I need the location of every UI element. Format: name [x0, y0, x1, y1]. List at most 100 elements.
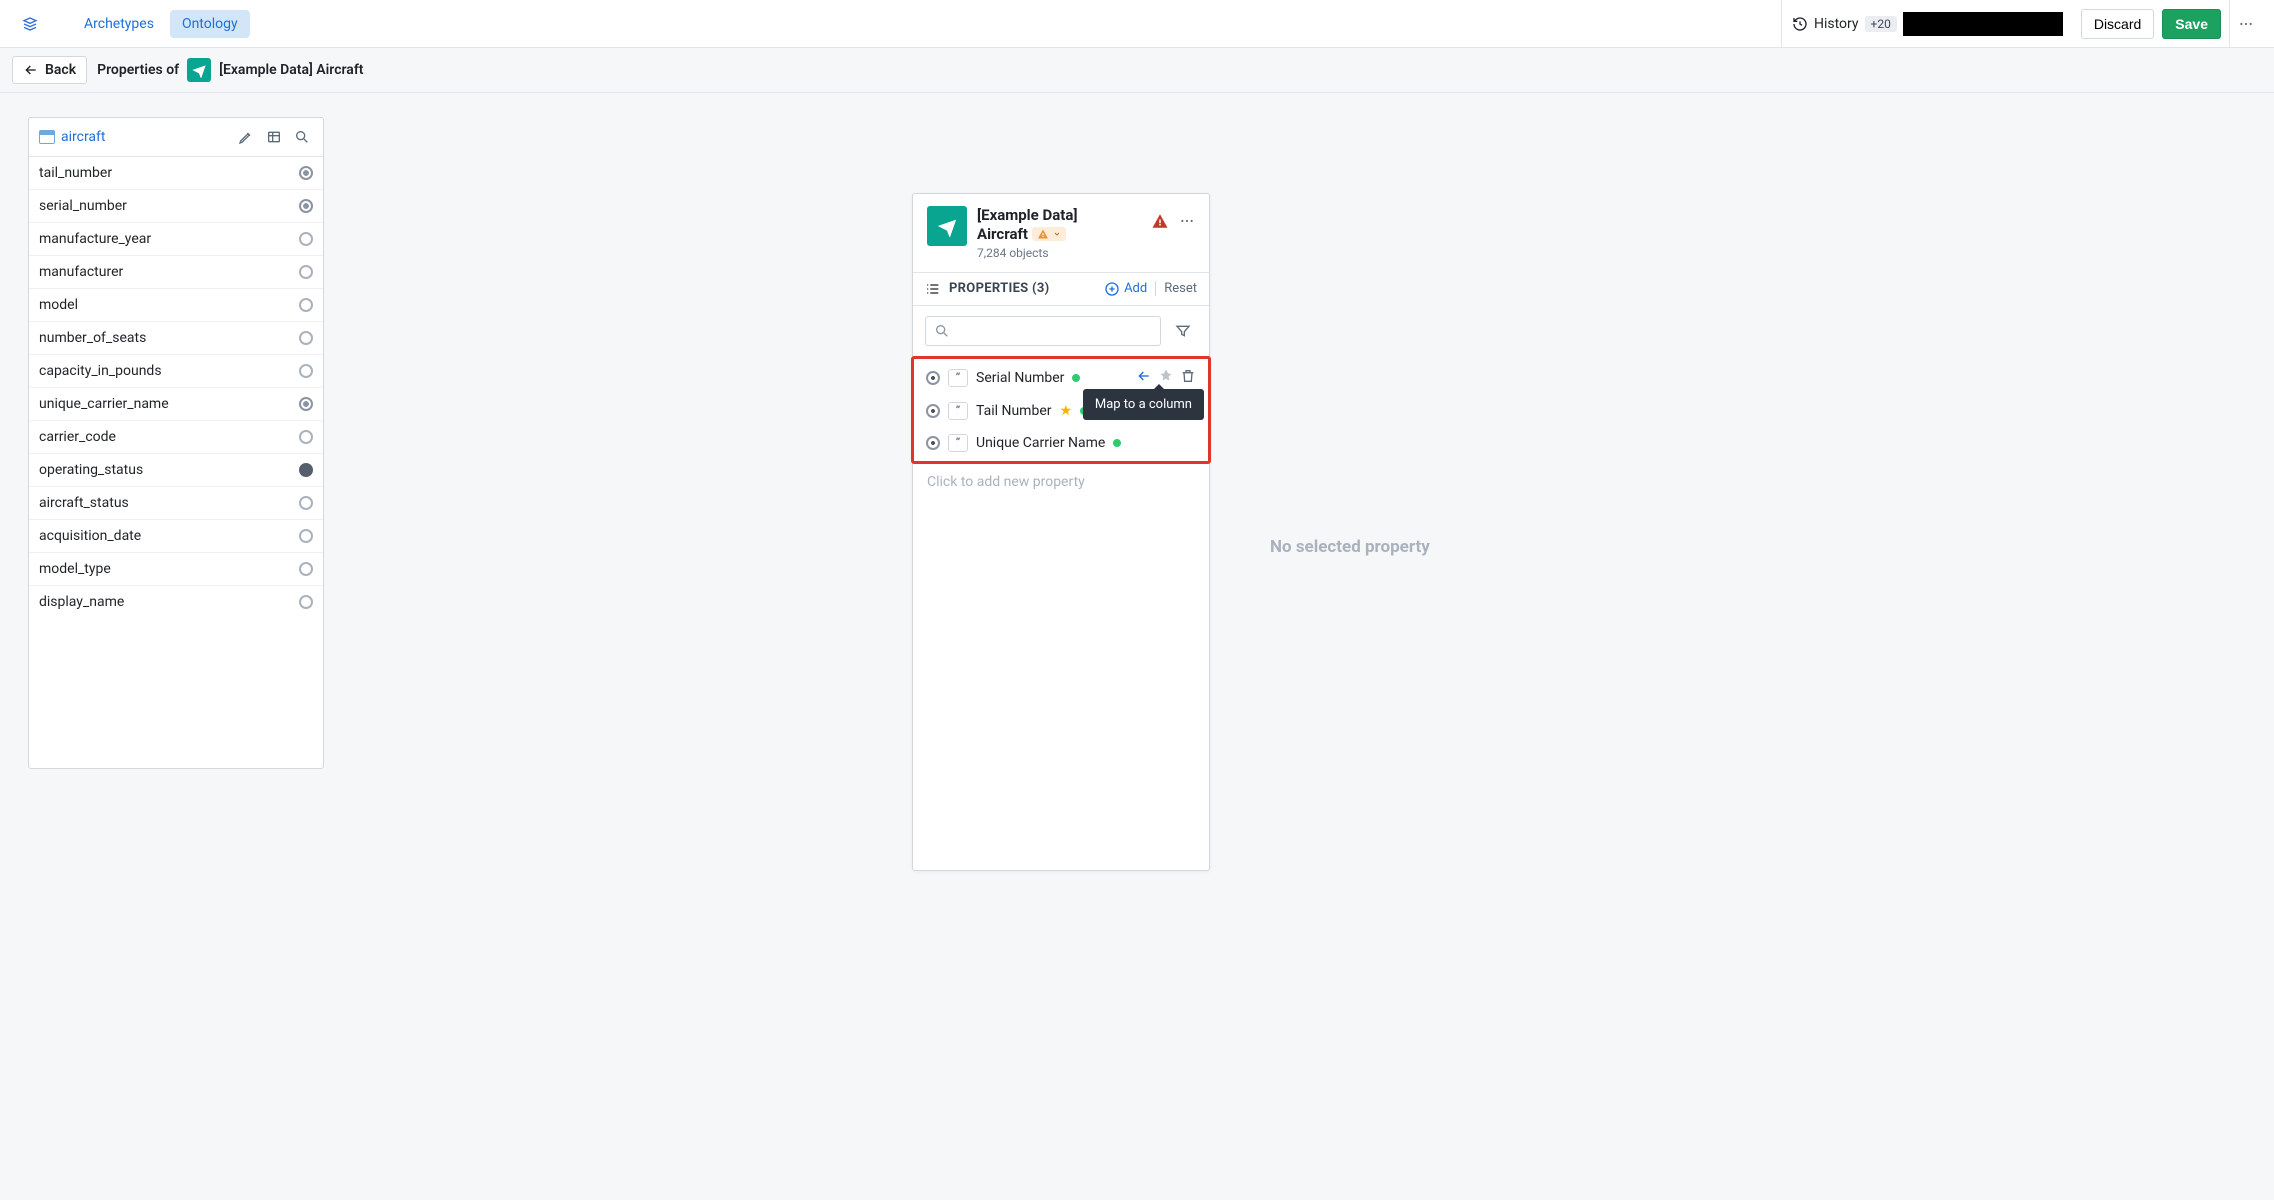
dataset-columns-panel: aircraft tail_number serial_numbermanufac…: [28, 117, 324, 769]
more-icon[interactable]: [1179, 213, 1195, 233]
properties-bar: PROPERTIES (3) Add Reset: [913, 273, 1209, 306]
property-port-icon[interactable]: [926, 371, 940, 385]
column-row[interactable]: model_type: [29, 553, 323, 586]
top-bar: Archetypes Ontology History +20 Discard …: [0, 0, 2274, 48]
column-name: model: [39, 297, 78, 313]
column-row[interactable]: display_name: [29, 586, 323, 618]
column-name: tail_number: [39, 165, 112, 181]
property-name: Serial Number: [976, 370, 1064, 386]
dataset-name[interactable]: aircraft: [61, 129, 229, 145]
back-label: Back: [45, 62, 76, 78]
properties-label: PROPERTIES (3): [949, 281, 1096, 296]
column-name: manufacturer: [39, 264, 123, 280]
discard-button[interactable]: Discard: [2081, 9, 2154, 39]
table-icon[interactable]: [263, 126, 285, 148]
dataset-header: aircraft: [29, 118, 323, 157]
error-icon[interactable]: [1151, 212, 1169, 234]
property-search-input[interactable]: [925, 316, 1161, 346]
history-button[interactable]: History +20: [1781, 0, 2073, 48]
column-name: carrier_code: [39, 429, 116, 445]
empty-state-label: No selected property: [1270, 537, 1430, 557]
column-port-icon[interactable]: [299, 595, 313, 609]
column-row[interactable]: acquisition_date: [29, 520, 323, 553]
column-port-icon[interactable]: [299, 166, 313, 180]
column-port-icon[interactable]: [299, 463, 313, 477]
add-property-button[interactable]: Add: [1104, 281, 1147, 297]
column-port-icon[interactable]: [299, 397, 313, 411]
list-icon: [925, 281, 941, 297]
column-name: manufacture_year: [39, 231, 151, 247]
column-row[interactable]: capacity_in_pounds: [29, 355, 323, 388]
map-to-column-button[interactable]: [1136, 368, 1152, 388]
column-port-icon[interactable]: [299, 430, 313, 444]
airplane-icon: [187, 58, 211, 82]
column-row[interactable]: aircraft_status: [29, 487, 323, 520]
tooltip: Map to a column: [1083, 389, 1204, 420]
column-port-icon[interactable]: [299, 496, 313, 510]
column-name: model_type: [39, 561, 111, 577]
column-port-icon[interactable]: [299, 298, 313, 312]
warning-pill[interactable]: [1032, 227, 1066, 241]
property-row[interactable]: ” Unique Carrier Name: [914, 427, 1208, 459]
column-name: operating_status: [39, 462, 143, 478]
column-port-icon[interactable]: [299, 529, 313, 543]
search-icon: [934, 323, 950, 339]
column-port-icon[interactable]: [299, 232, 313, 246]
save-button[interactable]: Save: [2162, 9, 2221, 39]
sub-header: Back Properties of [Example Data] Aircra…: [0, 48, 2274, 93]
property-port-icon[interactable]: [926, 404, 940, 418]
column-row[interactable]: unique_carrier_name: [29, 388, 323, 421]
breadcrumb-title: [Example Data] Aircraft: [219, 62, 363, 78]
column-name: aircraft_status: [39, 495, 129, 511]
column-row[interactable]: model: [29, 289, 323, 322]
object-properties-panel: [Example Data] Aircraft 7,284 objects PR…: [912, 193, 1210, 871]
properties-list: ” Serial Number Map to a column ” Tail Numbe…: [911, 356, 1211, 464]
column-name: capacity_in_pounds: [39, 363, 162, 379]
breadcrumb-prefix: Properties of: [97, 62, 179, 78]
column-port-icon[interactable]: [299, 364, 313, 378]
tab-archetypes[interactable]: Archetypes: [72, 10, 166, 38]
column-row[interactable]: number_of_seats: [29, 322, 323, 355]
dataset-icon: [39, 130, 55, 144]
property-name: Tail Number: [976, 403, 1052, 419]
airplane-icon: [927, 206, 967, 246]
column-port-icon[interactable]: [299, 199, 313, 213]
string-type-icon: ”: [948, 434, 968, 452]
delete-icon[interactable]: [1180, 368, 1196, 388]
column-name: serial_number: [39, 198, 127, 214]
edit-icon[interactable]: [235, 126, 257, 148]
column-row[interactable]: carrier_code: [29, 421, 323, 454]
string-type-icon: ”: [948, 369, 968, 387]
star-icon: ★: [1060, 403, 1073, 419]
object-title-line2: Aircraft: [977, 225, 1028, 244]
column-name: number_of_seats: [39, 330, 146, 346]
tab-ontology[interactable]: Ontology: [170, 10, 250, 38]
property-name: Unique Carrier Name: [976, 435, 1105, 451]
status-dot-icon: [1113, 439, 1121, 447]
column-row[interactable]: tail_number: [29, 157, 323, 190]
property-port-icon[interactable]: [926, 436, 940, 450]
nav-tabs: Archetypes Ontology: [60, 10, 250, 38]
object-header: [Example Data] Aircraft 7,284 objects: [913, 194, 1209, 273]
workspace: aircraft tail_number serial_numbermanufac…: [0, 93, 2274, 793]
column-row[interactable]: serial_number: [29, 190, 323, 223]
filter-button[interactable]: [1169, 316, 1197, 346]
property-row[interactable]: ”Serial NumberMap to a column: [914, 361, 1208, 395]
status-dot-icon: [1072, 374, 1080, 382]
column-name: display_name: [39, 594, 124, 610]
column-port-icon[interactable]: [299, 331, 313, 345]
add-property-placeholder[interactable]: Click to add new property: [913, 464, 1209, 500]
add-label: Add: [1124, 281, 1147, 296]
search-icon[interactable]: [291, 126, 313, 148]
column-port-icon[interactable]: [299, 265, 313, 279]
topbar-right: History +20 Discard Save: [1781, 0, 2262, 48]
column-row[interactable]: manufacture_year: [29, 223, 323, 256]
reset-button[interactable]: Reset: [1155, 281, 1197, 296]
back-button[interactable]: Back: [12, 56, 87, 84]
column-port-icon[interactable]: [299, 562, 313, 576]
column-row[interactable]: manufacturer: [29, 256, 323, 289]
redacted-box: [1903, 12, 2063, 36]
column-row[interactable]: operating_status: [29, 454, 323, 487]
more-menu-button[interactable]: [2229, 0, 2262, 48]
string-type-icon: ”: [948, 402, 968, 420]
